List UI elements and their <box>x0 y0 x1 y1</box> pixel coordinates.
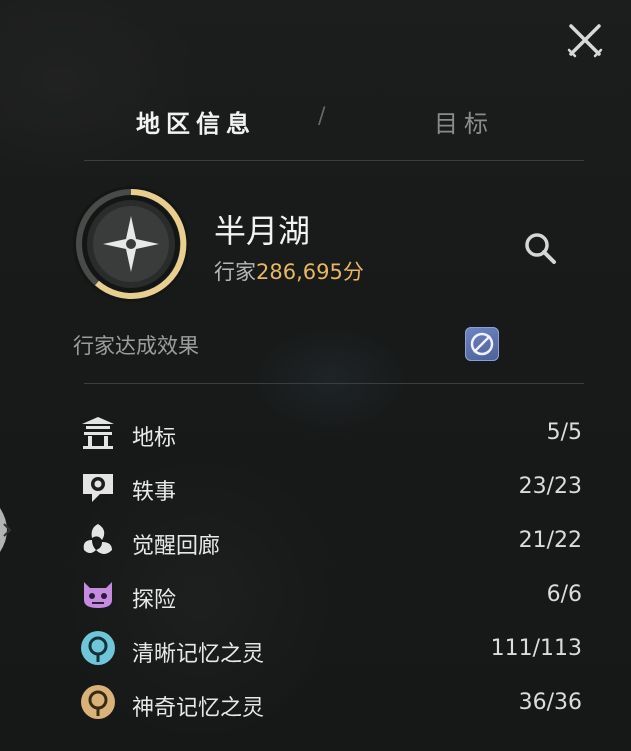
list-item[interactable]: 地标 5/5 <box>78 412 582 466</box>
score-label: 行家 <box>214 260 256 284</box>
tab-objectives[interactable]: 目标 <box>434 104 494 139</box>
list-item-label: 觉醒回廊 <box>132 534 221 559</box>
list-item-count: 21/22 <box>518 528 582 553</box>
tab-separator: / <box>318 104 326 129</box>
landmark-icon <box>78 412 118 452</box>
score-row: 行家286,695分 <box>214 256 364 286</box>
close-icon[interactable] <box>565 20 605 60</box>
tab-region-info[interactable]: 地区信息 <box>136 104 256 139</box>
exploration-icon <box>78 574 118 614</box>
list-item-count: 5/5 <box>546 420 582 445</box>
score-unit: 分 <box>342 260 364 284</box>
tab-bar: 地区信息 / 目标 <box>0 104 631 144</box>
list-item[interactable]: 觉醒回廊 21/22 <box>78 520 582 574</box>
anecdote-icon <box>78 466 118 506</box>
list-item[interactable]: 轶事 23/23 <box>78 466 582 520</box>
expert-effect-label: 行家达成效果 <box>73 334 199 358</box>
list-item[interactable]: 清晰记忆之灵 111/113 <box>78 628 582 682</box>
list-item-label: 地标 <box>132 426 177 451</box>
clear-memory-spirit-icon <box>78 628 118 668</box>
list-item-label: 清晰记忆之灵 <box>132 642 265 667</box>
magic-memory-spirit-icon <box>78 682 118 722</box>
list-item-label: 探险 <box>132 588 177 613</box>
list-item-count: 111/113 <box>490 636 582 661</box>
list-item-label: 轶事 <box>132 480 177 505</box>
category-list: 地标 5/5 轶事 23/23 觉醒回廊 21/22 探险 6/6 清晰记忆之灵… <box>78 412 582 736</box>
list-item-count: 23/23 <box>518 474 582 499</box>
score-value: 286,695 <box>256 260 343 284</box>
awakening-corridor-icon <box>78 520 118 560</box>
expert-effect-badge-icon[interactable] <box>465 327 499 361</box>
list-item-count: 6/6 <box>546 582 582 607</box>
list-item-label: 神奇记忆之灵 <box>132 696 265 721</box>
search-icon[interactable] <box>522 230 558 266</box>
list-item[interactable]: 神奇记忆之灵 36/36 <box>78 682 582 736</box>
region-name: 半月湖 <box>214 212 311 250</box>
effect-divider <box>84 383 584 384</box>
left-arrow-icon[interactable] <box>0 500 18 560</box>
list-item-count: 36/36 <box>518 690 582 715</box>
list-item[interactable]: 探险 6/6 <box>78 574 582 628</box>
region-emblem-icon <box>70 183 192 305</box>
header-divider <box>84 160 584 161</box>
